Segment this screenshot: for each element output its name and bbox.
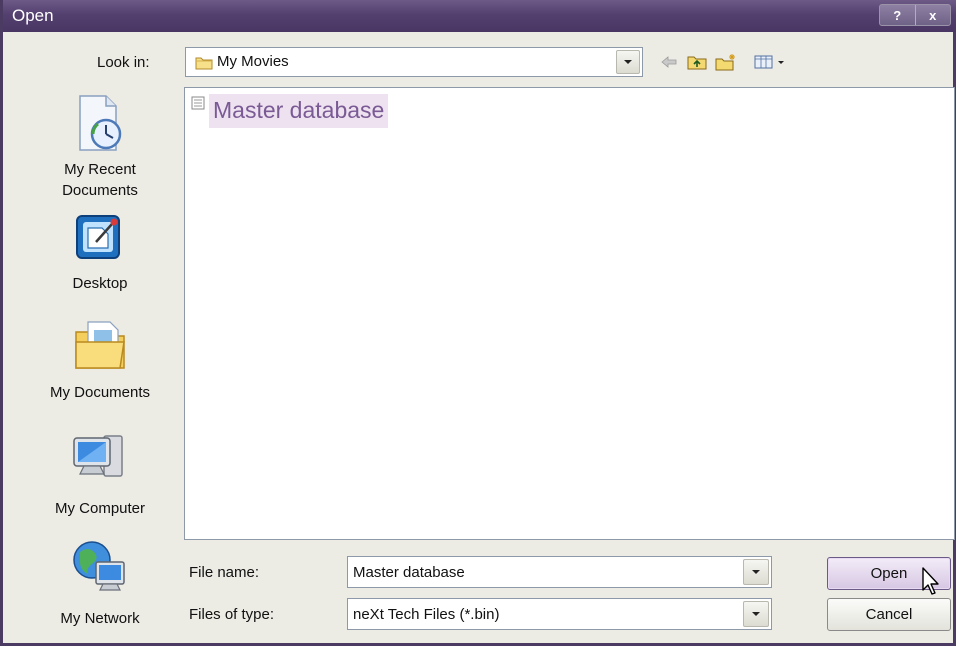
look-in-label: Look in: (97, 54, 150, 71)
recent-documents-icon (76, 94, 124, 158)
my-network-icon (70, 538, 130, 600)
look-in-value: My Movies (217, 53, 289, 70)
file-list[interactable]: Master database (184, 87, 955, 540)
file-type-dropdown[interactable]: neXt Tech Files (*.bin) (347, 598, 772, 630)
open-dialog: Open ? x Look in: My Movies My Recent Do… (0, 0, 956, 646)
place-desktop[interactable]: Desktop (35, 212, 165, 300)
place-my-documents[interactable]: My Documents (35, 316, 165, 411)
place-my-network[interactable]: My Network (35, 538, 165, 628)
title-bar[interactable]: Open ? x (3, 0, 956, 32)
chevron-down-icon[interactable] (743, 601, 769, 627)
cursor-icon (921, 566, 941, 600)
look-in-dropdown[interactable]: My Movies (185, 47, 643, 77)
my-documents-icon (70, 316, 130, 378)
desktop-icon (74, 212, 126, 266)
folder-icon (195, 55, 213, 74)
place-label: My Network (60, 610, 140, 627)
back-arrow-icon[interactable] (657, 50, 681, 74)
place-label: Desktop (72, 275, 128, 292)
up-folder-icon[interactable] (685, 50, 709, 74)
title-buttons: ? x (879, 4, 951, 26)
my-computer-icon (70, 430, 130, 490)
new-folder-icon[interactable] (713, 50, 739, 74)
file-name-label-text: File name: (189, 564, 260, 581)
place-label: My Documents (49, 384, 151, 401)
place-my-computer[interactable]: My Computer (35, 430, 165, 520)
file-name-value: Master database (353, 564, 465, 581)
file-name-label: Master database (209, 94, 389, 128)
place-label: My Recent (64, 161, 136, 178)
place-label: My Computer (54, 500, 146, 517)
view-menu-icon[interactable] (753, 50, 789, 74)
list-item[interactable]: Master database (191, 94, 389, 128)
place-label: Documents (62, 182, 138, 199)
cancel-button[interactable]: Cancel (827, 598, 951, 631)
database-file-icon (191, 96, 205, 114)
file-type-label-text: Files of type: (189, 606, 275, 623)
chevron-down-icon[interactable] (616, 50, 640, 74)
navigation-toolbar (657, 50, 807, 74)
help-button[interactable]: ? (880, 5, 915, 25)
place-recent-documents[interactable]: My Recent Documents (35, 90, 165, 205)
chevron-down-icon[interactable] (743, 559, 769, 585)
file-type-value: neXt Tech Files (*.bin) (353, 606, 500, 623)
close-button[interactable]: x (914, 5, 951, 25)
window-title: Open (12, 6, 54, 25)
file-name-field[interactable]: Master database (347, 556, 772, 588)
